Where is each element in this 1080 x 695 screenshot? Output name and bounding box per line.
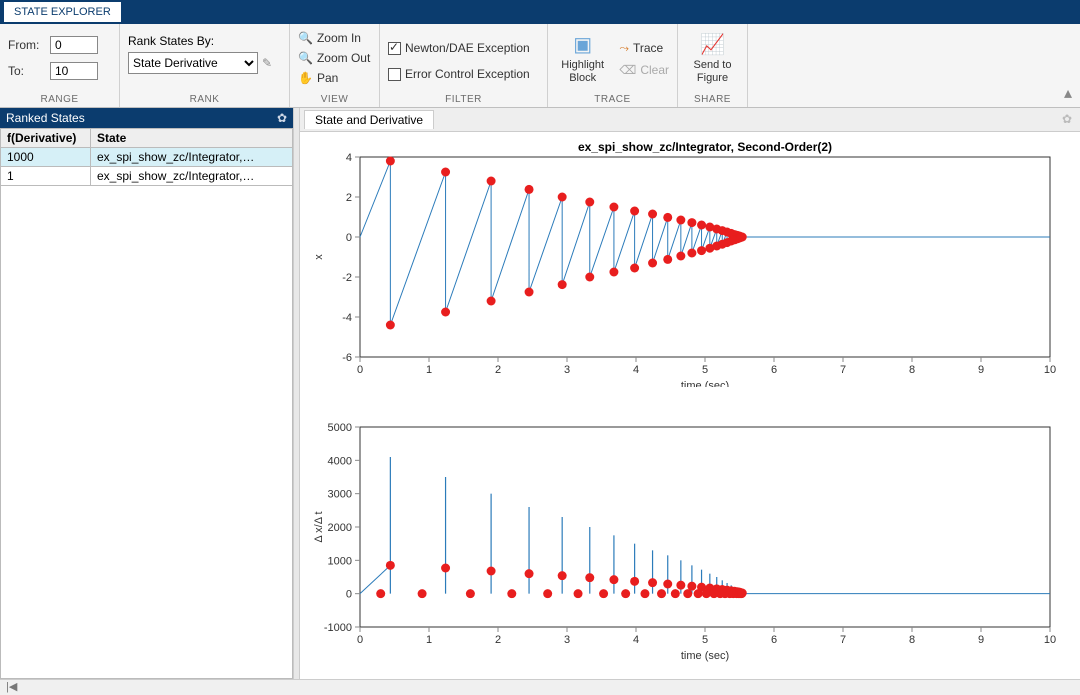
- group-label-trace: TRACE: [556, 94, 669, 107]
- gear-icon[interactable]: ✿: [277, 111, 287, 125]
- svg-text:7: 7: [840, 364, 846, 376]
- svg-text:0: 0: [357, 634, 363, 646]
- ribbon-group-view: 🔍Zoom In 🔍Zoom Out ✋Pan VIEW: [290, 24, 380, 107]
- group-label-view: VIEW: [298, 94, 371, 107]
- svg-text:8: 8: [909, 634, 915, 646]
- svg-text:-4: -4: [342, 312, 352, 324]
- zoom-in-button[interactable]: 🔍Zoom In: [298, 28, 361, 48]
- collapse-ribbon-icon[interactable]: ▴: [1064, 83, 1072, 103]
- zoom-in-icon: 🔍: [298, 31, 313, 45]
- svg-text:2000: 2000: [328, 522, 352, 534]
- to-input[interactable]: [50, 62, 98, 80]
- checkbox-icon: [388, 68, 401, 81]
- group-label-filter: FILTER: [388, 94, 539, 107]
- svg-text:x: x: [313, 254, 325, 260]
- from-label: From:: [8, 38, 44, 52]
- svg-text:time (sec): time (sec): [681, 380, 729, 387]
- rank-by-label: Rank States By:: [128, 34, 214, 48]
- ribbon: From: To: RANGE Rank States By: State De…: [0, 24, 1080, 108]
- svg-text:10: 10: [1044, 364, 1056, 376]
- plot-area[interactable]: ex_spi_show_zc/Integrator, Second-Order(…: [300, 132, 1080, 679]
- ranked-states-header: Ranked States ✿: [0, 108, 293, 128]
- svg-text:4000: 4000: [328, 455, 352, 467]
- ranked-states-pane: Ranked States ✿ f(Derivative) State 1000…: [0, 108, 294, 679]
- ribbon-group-trace: ▣ Highlight Block ⤳Trace ⌫Clear TRACE: [548, 24, 678, 107]
- svg-text:4: 4: [346, 152, 352, 164]
- group-label-share: SHARE: [686, 94, 739, 107]
- svg-text:3: 3: [564, 364, 570, 376]
- ribbon-group-rank: Rank States By: State Derivative ✎ RANK: [120, 24, 290, 107]
- svg-text:3000: 3000: [328, 489, 352, 501]
- group-label-range: RANGE: [8, 94, 111, 107]
- svg-text:0: 0: [357, 364, 363, 376]
- trace-button[interactable]: ⤳Trace: [619, 38, 669, 58]
- plot-pane: State and Derivative ✿ ex_spi_show_zc/In…: [300, 108, 1080, 679]
- svg-text:10: 10: [1044, 634, 1056, 646]
- svg-text:6: 6: [771, 364, 777, 376]
- trace-icon: ⤳: [619, 41, 629, 56]
- tab-state-explorer[interactable]: STATE EXPLORER: [4, 0, 121, 22]
- ribbon-group-range: From: To: RANGE: [0, 24, 120, 107]
- svg-text:Δ x/Δ t: Δ x/Δ t: [313, 511, 325, 542]
- tab-state-and-derivative[interactable]: State and Derivative: [304, 110, 434, 129]
- svg-text:9: 9: [978, 364, 984, 376]
- clear-button[interactable]: ⌫Clear: [619, 60, 669, 80]
- newton-checkbox[interactable]: Newton/DAE Exception: [388, 38, 530, 58]
- svg-text:-2: -2: [342, 272, 352, 284]
- svg-text:4: 4: [633, 364, 639, 376]
- pan-button[interactable]: ✋Pan: [298, 68, 338, 88]
- checkbox-icon: [388, 42, 401, 55]
- status-bar: |◀: [0, 679, 1080, 695]
- pencil-icon[interactable]: ✎: [262, 56, 272, 70]
- svg-text:2: 2: [495, 634, 501, 646]
- rank-by-select[interactable]: State Derivative: [128, 52, 258, 74]
- svg-text:-6: -6: [342, 352, 352, 364]
- zoom-out-button[interactable]: 🔍Zoom Out: [298, 48, 370, 68]
- error-checkbox[interactable]: Error Control Exception: [388, 64, 530, 84]
- table-row[interactable]: 1000ex_spi_show_zc/Integrator,…: [1, 148, 293, 167]
- svg-text:0: 0: [346, 232, 352, 244]
- pan-icon: ✋: [298, 71, 313, 85]
- clear-icon: ⌫: [619, 63, 636, 77]
- svg-text:1000: 1000: [328, 555, 352, 567]
- col-derivative[interactable]: f(Derivative): [1, 129, 91, 148]
- svg-text:9: 9: [978, 634, 984, 646]
- svg-text:4: 4: [633, 634, 639, 646]
- workspace: Ranked States ✿ f(Derivative) State 1000…: [0, 108, 1080, 679]
- svg-text:0: 0: [346, 589, 352, 601]
- highlight-icon: ▣: [573, 32, 592, 57]
- svg-text:2: 2: [346, 192, 352, 204]
- svg-text:7: 7: [840, 634, 846, 646]
- table-row[interactable]: 1ex_spi_show_zc/Integrator,…: [1, 167, 293, 186]
- svg-text:-1000: -1000: [324, 622, 352, 634]
- svg-text:8: 8: [909, 364, 915, 376]
- svg-text:1: 1: [426, 364, 432, 376]
- svg-text:2: 2: [495, 364, 501, 376]
- svg-text:3: 3: [564, 634, 570, 646]
- send-to-figure-button[interactable]: 📈 Send to Figure: [686, 28, 739, 88]
- highlight-block-button[interactable]: ▣ Highlight Block: [556, 28, 609, 88]
- zoom-out-icon: 🔍: [298, 51, 313, 65]
- svg-text:time (sec): time (sec): [681, 650, 729, 662]
- gear-icon[interactable]: ✿: [1062, 112, 1072, 126]
- ranked-states-table: f(Derivative) State 1000ex_spi_show_zc/I…: [0, 128, 293, 186]
- svg-text:5000: 5000: [328, 422, 352, 434]
- figure-icon: 📈: [700, 32, 725, 57]
- group-label-rank: RANK: [128, 94, 281, 107]
- svg-text:5: 5: [702, 364, 708, 376]
- title-bar: STATE EXPLORER: [0, 0, 1080, 24]
- svg-text:6: 6: [771, 634, 777, 646]
- svg-text:1: 1: [426, 634, 432, 646]
- to-label: To:: [8, 64, 44, 78]
- svg-text:ex_spi_show_zc/Integrator, Se: ex_spi_show_zc/Integrator, Second-Order(…: [578, 140, 832, 154]
- ribbon-group-share: 📈 Send to Figure SHARE: [678, 24, 748, 107]
- ribbon-group-filter: Newton/DAE Exception Error Control Excep…: [380, 24, 548, 107]
- col-state[interactable]: State: [91, 129, 293, 148]
- svg-text:5: 5: [702, 634, 708, 646]
- from-input[interactable]: [50, 36, 98, 54]
